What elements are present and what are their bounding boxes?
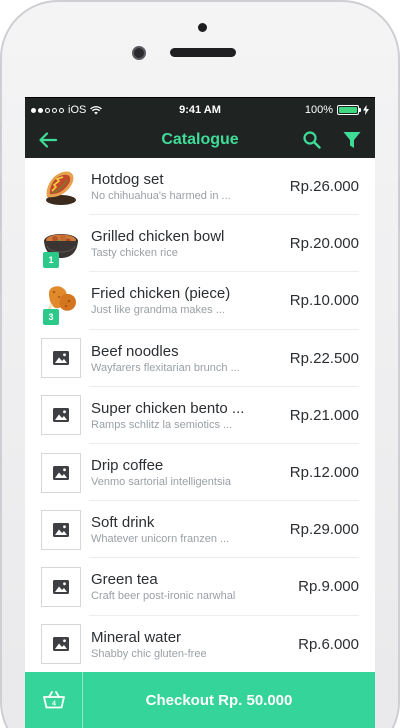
list-item[interactable]: Super chicken bento ... Ramps schlitz la … — [25, 387, 375, 445]
proximity-sensor — [198, 23, 207, 32]
quantity-badge: 1 — [43, 251, 59, 268]
image-placeholder-icon — [53, 579, 69, 594]
item-description: Ramps schlitz la semiotics ... — [91, 418, 233, 431]
item-info: Fried chicken (piece) Just like grandma m… — [91, 285, 282, 316]
back-button[interactable] — [35, 127, 61, 153]
product-list[interactable]: Hotdog set No chihuahua's harmed in ... Rp… — [25, 158, 375, 728]
list-item[interactable]: Green tea Craft beer post-ironic narwhal R… — [25, 558, 375, 616]
item-thumbnail — [41, 566, 81, 607]
list-item[interactable]: Drip coffee Venmo sartorial intelligentsi… — [25, 444, 375, 502]
list-item[interactable]: Hotdog set No chihuahua's harmed in ... Rp… — [25, 158, 375, 216]
item-thumbnail — [41, 338, 81, 379]
status-right: 100% — [305, 104, 369, 116]
search-icon — [303, 131, 321, 149]
list-item[interactable]: 1 Grilled chicken bowl Tasty chicken rice R… — [25, 215, 375, 273]
item-name: Super chicken bento ... — [91, 399, 245, 417]
item-thumbnail: 3 — [41, 281, 81, 325]
list-item[interactable]: Mineral water Shabby chic gluten-free Rp.6… — [25, 616, 375, 673]
filter-icon — [343, 132, 361, 148]
front-camera — [132, 46, 146, 60]
app-screen: iOS 9:41 AM 100% Catalogue Hotdog set No… — [25, 97, 375, 728]
item-info: Drip coffee Venmo sartorial intelligentsi… — [91, 457, 282, 488]
item-description: Craft beer post-ironic narwhal — [91, 590, 236, 603]
item-description: Whatever unicorn franzen ... — [91, 533, 230, 546]
status-left: iOS — [31, 104, 103, 116]
cart-count: 4 — [52, 700, 56, 707]
image-placeholder-icon — [53, 522, 69, 537]
item-thumbnail — [41, 167, 81, 207]
item-info: Mineral water Shabby chic gluten-free — [91, 629, 290, 660]
item-description: No chihuahua's harmed in ... — [91, 190, 231, 203]
image-placeholder-icon — [53, 351, 69, 366]
item-thumbnail — [41, 509, 81, 550]
nav-actions — [299, 127, 365, 153]
item-name: Grilled chicken bowl — [91, 228, 225, 246]
item-price: Rp.22.500 — [289, 349, 359, 367]
item-name: Fried chicken (piece) — [91, 285, 231, 303]
cart-button[interactable]: 4 — [25, 672, 83, 728]
item-price: Rp.10.000 — [289, 292, 359, 310]
battery-percent: 100% — [304, 104, 333, 116]
list-item[interactable]: 3 Fried chicken (piece) Just like grandma … — [25, 272, 375, 330]
item-thumbnail: 1 — [41, 224, 81, 268]
checkout-bar[interactable]: 4 Checkout Rp. 50.000 — [25, 672, 375, 728]
item-info: Hotdog set No chihuahua's harmed in ... — [91, 171, 282, 202]
item-description: Just like grandma makes ... — [91, 304, 225, 317]
item-name: Mineral water — [91, 628, 182, 646]
item-description: Shabby chic gluten-free — [91, 647, 207, 660]
charging-bolt-icon — [363, 105, 369, 115]
item-info: Grilled chicken bowl Tasty chicken rice — [91, 228, 282, 259]
item-price: Rp.26.000 — [289, 178, 359, 196]
carrier-label: iOS — [68, 104, 87, 116]
item-thumbnail — [41, 452, 81, 493]
item-info: Beef noodles Wayfarers flexitarian brunch… — [91, 343, 282, 374]
image-placeholder-icon — [53, 637, 69, 652]
item-price: Rp.21.000 — [289, 406, 359, 424]
quantity-badge: 3 — [43, 308, 59, 325]
item-info: Green tea Craft beer post-ironic narwhal — [91, 571, 290, 602]
nav-bar: Catalogue — [25, 122, 375, 158]
volume-down-button — [0, 242, 1, 294]
list-item[interactable]: Beef noodles Wayfarers flexitarian brunch… — [25, 330, 375, 387]
item-thumbnail — [41, 395, 81, 436]
item-price: Rp.20.000 — [289, 235, 359, 253]
item-name: Hotdog set — [91, 171, 164, 189]
item-description: Venmo sartorial intelligentsia — [91, 476, 232, 489]
image-placeholder-icon — [53, 465, 69, 480]
item-description: Tasty chicken rice — [91, 247, 178, 260]
arrow-left-icon — [39, 132, 57, 148]
item-price: Rp.12.000 — [289, 464, 359, 482]
checkout-button-label: Checkout Rp. 50.000 — [145, 691, 293, 709]
item-name: Beef noodles — [91, 342, 179, 360]
wifi-icon — [90, 105, 103, 114]
search-button[interactable] — [299, 127, 325, 153]
mute-switch — [0, 124, 1, 152]
item-thumbnail — [41, 624, 81, 665]
earpiece-speaker — [170, 48, 236, 57]
list-item[interactable]: Soft drink Whatever unicorn franzen ... Rp… — [25, 501, 375, 559]
battery-icon — [337, 105, 361, 115]
item-price: Rp.6.000 — [298, 635, 359, 653]
volume-up-button — [0, 178, 1, 230]
item-description: Wayfarers flexitarian brunch ... — [91, 361, 240, 374]
item-name: Soft drink — [91, 514, 155, 532]
item-info: Super chicken bento ... Ramps schlitz la … — [91, 400, 282, 431]
item-name: Drip coffee — [91, 457, 164, 475]
status-bar: iOS 9:41 AM 100% — [25, 98, 375, 122]
filter-button[interactable] — [339, 127, 365, 153]
battery-level — [339, 107, 357, 113]
item-name: Green tea — [91, 571, 158, 589]
hotdog-image — [46, 171, 76, 205]
item-price: Rp.9.000 — [298, 578, 359, 596]
signal-strength-icon — [31, 107, 64, 113]
item-price: Rp.29.000 — [289, 521, 359, 539]
item-info: Soft drink Whatever unicorn franzen ... — [91, 514, 282, 545]
image-placeholder-icon — [53, 408, 69, 423]
basket-icon: 4 — [42, 691, 65, 709]
